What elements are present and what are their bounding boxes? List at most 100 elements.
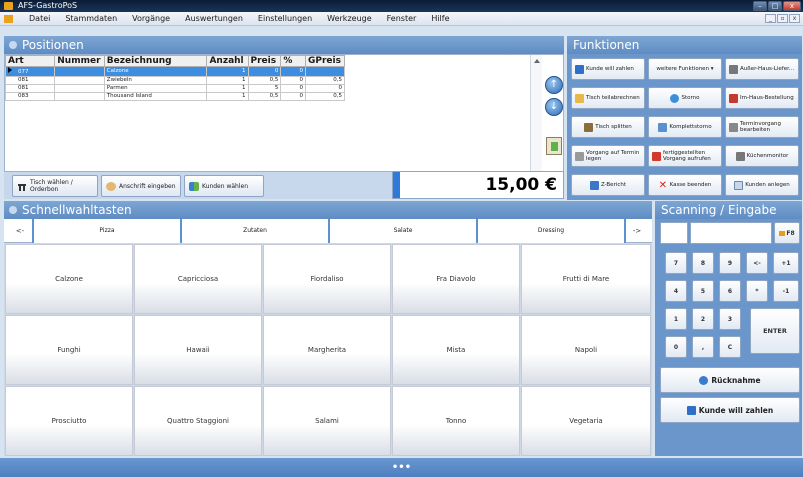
product-button[interactable]: Napoli	[521, 315, 651, 385]
cell-gpreis	[304, 66, 346, 77]
kunde-zahlen-label: Kunde will zahlen	[698, 405, 774, 415]
table-row[interactable]: 083 Thousand Island 1 0,5 0 0,5	[4, 92, 346, 101]
key-multiply[interactable]: *	[746, 280, 768, 302]
product-button[interactable]: Calzone	[5, 244, 133, 314]
close-button[interactable]: x	[783, 1, 801, 11]
tisch-waehlen-button[interactable]: Tisch wählen / Orderbon	[12, 175, 98, 197]
product-button[interactable]: Mista	[392, 315, 520, 385]
menu-hilfe[interactable]: Hilfe	[431, 14, 449, 23]
product-button[interactable]: Hawaii	[134, 315, 262, 385]
kunde-will-zahlen-button[interactable]: Kunde will zahlen	[571, 58, 645, 80]
scan-input[interactable]	[690, 222, 772, 244]
category-salate[interactable]: Salate	[328, 219, 478, 243]
product-grid: Calzone Capricciosa Fiordaliso Fra Diavo…	[4, 243, 652, 456]
key-minus-one[interactable]: -1	[773, 280, 799, 302]
col-prozent[interactable]: %	[280, 55, 306, 67]
ruecknahme-button[interactable]: Rücknahme	[660, 367, 800, 393]
product-button[interactable]: Salami	[263, 386, 391, 456]
kunden-waehlen-button[interactable]: Kunden wählen	[184, 175, 264, 197]
maximize-button[interactable]: □	[768, 1, 782, 11]
col-preis[interactable]: Preis	[247, 55, 282, 67]
col-art[interactable]: Art	[4, 55, 56, 67]
move-up-button[interactable]: ↑	[545, 76, 563, 94]
mdi-minimize-button[interactable]: _	[765, 14, 776, 23]
col-nummer[interactable]: Nummer	[54, 55, 105, 67]
key-6[interactable]: 6	[719, 280, 741, 302]
key-8[interactable]: 8	[692, 252, 714, 274]
clipboard-icon[interactable]	[546, 137, 562, 155]
category-prev-button[interactable]: <-	[8, 219, 32, 243]
kunden-anlegen-button[interactable]: Kunden anlegen	[725, 174, 799, 196]
window-controls: – □ x	[753, 1, 801, 11]
enter-button[interactable]: ENTER	[750, 308, 800, 354]
komplettstorno-button[interactable]: Komplettstorno	[648, 116, 722, 138]
fertiggestellten-vorgang-button[interactable]: fertiggestellten Vorgang aufrufen	[648, 145, 722, 167]
col-gpreis[interactable]: GPreis	[304, 55, 346, 67]
key-1[interactable]: 1	[665, 308, 687, 330]
key-clear[interactable]: C	[719, 336, 741, 358]
key-0[interactable]: 0	[665, 336, 687, 358]
menu-datei[interactable]: Datei	[29, 14, 50, 23]
z-bericht-button[interactable]: Z-Bericht	[571, 174, 645, 196]
key-backspace[interactable]: <-	[746, 252, 768, 274]
product-button[interactable]: Prosciutto	[5, 386, 133, 456]
status-bar[interactable]: •••	[0, 458, 803, 477]
weitere-funktionen-button[interactable]: weitere Funktionen ▾	[648, 58, 722, 80]
table-icon	[17, 181, 27, 191]
key-5[interactable]: 5	[692, 280, 714, 302]
minimize-button[interactable]: –	[753, 1, 767, 11]
product-button[interactable]: Margherita	[263, 315, 391, 385]
key-4[interactable]: 4	[665, 280, 687, 302]
cell-bezeichnung: Zwiebeln	[103, 76, 208, 85]
f8-button[interactable]: F8	[774, 222, 800, 244]
col-bezeichnung[interactable]: Bezeichnung	[103, 55, 208, 67]
menu-werkzeuge[interactable]: Werkzeuge	[327, 14, 371, 23]
key-plus-one[interactable]: +1	[773, 252, 799, 274]
move-down-button[interactable]: ↓	[545, 98, 563, 116]
key-2[interactable]: 2	[692, 308, 714, 330]
scroll-up-icon[interactable]	[534, 59, 540, 63]
key-9[interactable]: 9	[719, 252, 741, 274]
mdi-close-button[interactable]: x	[789, 14, 800, 23]
positions-table: Art Nummer Bezeichnung Anzahl Preis % GP…	[4, 55, 346, 101]
quantity-input[interactable]	[660, 222, 688, 244]
category-pizza[interactable]: Pizza	[32, 219, 182, 243]
col-anzahl[interactable]: Anzahl	[206, 55, 249, 67]
menu-fenster[interactable]: Fenster	[387, 14, 417, 23]
ausser-haus-button[interactable]: Außer-Haus-Liefer...	[725, 58, 799, 80]
table-row[interactable]: 081 Parmen 1 5 0 0	[4, 84, 346, 93]
table-row[interactable]: 077 Calzone 1 0 0	[4, 66, 346, 77]
product-button[interactable]: Fra Diavolo	[392, 244, 520, 314]
menu-stammdaten[interactable]: Stammdaten	[65, 14, 117, 23]
category-zutaten[interactable]: Zutaten	[180, 219, 330, 243]
mdi-restore-button[interactable]: ▫	[777, 14, 788, 23]
product-button[interactable]: Funghi	[5, 315, 133, 385]
category-dressing[interactable]: Dressing	[476, 219, 626, 243]
menu-einstellungen[interactable]: Einstellungen	[258, 14, 312, 23]
product-button[interactable]: Quattro Staggioni	[134, 386, 262, 456]
menu-auswertungen[interactable]: Auswertungen	[185, 14, 243, 23]
key-comma[interactable]: ,	[692, 336, 714, 358]
product-button[interactable]: Frutti di Mare	[521, 244, 651, 314]
tisch-splitten-button[interactable]: Tisch splitten	[571, 116, 645, 138]
scan-kunde-will-zahlen-button[interactable]: Kunde will zahlen	[660, 397, 800, 423]
menu-bar: Datei Stammdaten Vorgänge Auswertungen E…	[0, 12, 803, 26]
kuechenmonitor-button[interactable]: Küchenmonitor	[725, 145, 799, 167]
key-7[interactable]: 7	[665, 252, 687, 274]
tisch-teilabrechnen-button[interactable]: Tisch teilabrechnen	[571, 87, 645, 109]
product-button[interactable]: Vegetaria	[521, 386, 651, 456]
vorgang-auf-termin-button[interactable]: Vorgang auf Termin legen	[571, 145, 645, 167]
anschrift-eingeben-button[interactable]: Anschrift eingeben	[101, 175, 181, 197]
menu-vorgaenge[interactable]: Vorgänge	[132, 14, 170, 23]
im-haus-bestellung-button[interactable]: Im-Haus-Bestellung	[725, 87, 799, 109]
btn-label: Kasse beenden	[669, 182, 712, 188]
product-button[interactable]: Fiordaliso	[263, 244, 391, 314]
terminvorgang-bearbeiten-button[interactable]: Terminvorgang bearbeiten	[725, 116, 799, 138]
storno-button[interactable]: Storno	[648, 87, 722, 109]
key-3[interactable]: 3	[719, 308, 741, 330]
category-next-button[interactable]: ->	[625, 219, 649, 243]
product-button[interactable]: Tonno	[392, 386, 520, 456]
table-row[interactable]: 081 Zwiebeln 1 0,5 0 0,5	[4, 76, 346, 85]
kasse-beenden-button[interactable]: ✕ Kasse beenden	[648, 174, 722, 196]
product-button[interactable]: Capricciosa	[134, 244, 262, 314]
